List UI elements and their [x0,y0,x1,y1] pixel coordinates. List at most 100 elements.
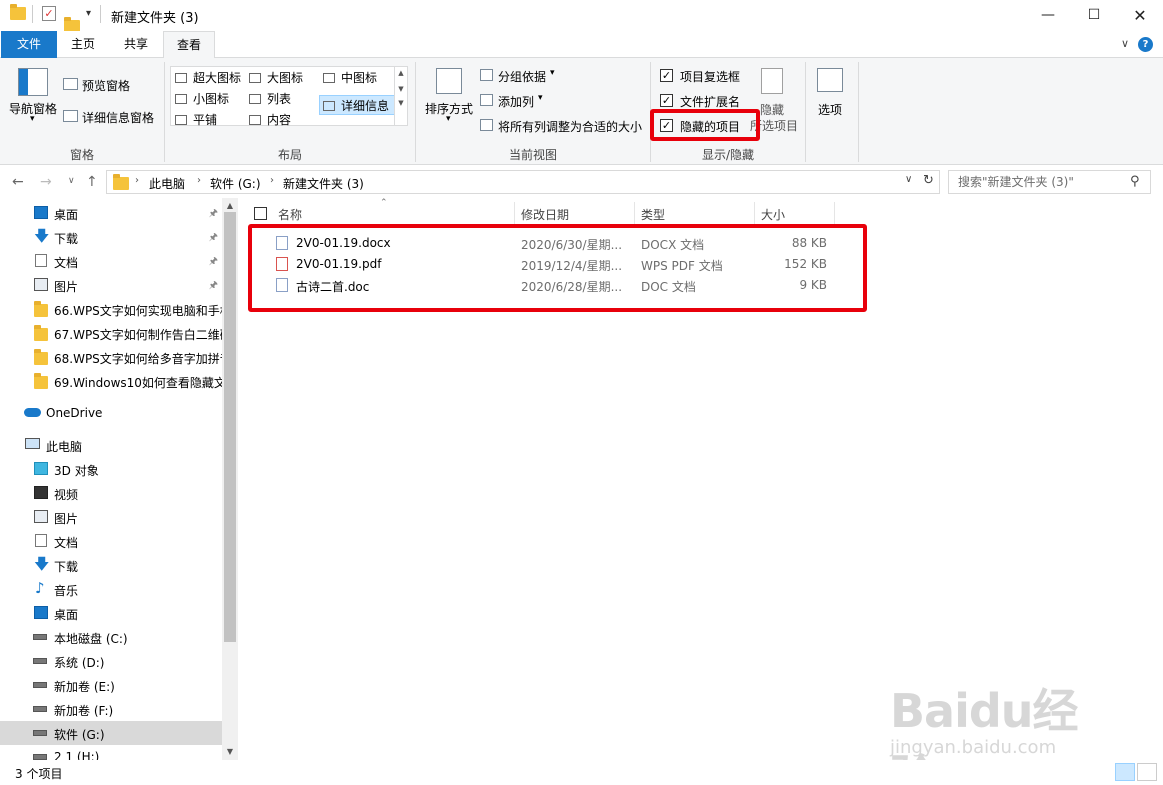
back-arrow-icon[interactable]: ← [12,174,24,190]
chevron-down-icon[interactable]: ∨ [1121,37,1129,50]
maximize-button[interactable]: ☐ [1071,0,1117,31]
sidebar-scrollbar[interactable]: ▲ ▼ [222,198,238,760]
sidebar-item-this-pc[interactable]: 此电脑 [0,433,222,457]
file-extensions-toggle[interactable]: ✓ 文件扩展名 [658,91,748,111]
search-input[interactable] [949,171,1124,193]
sidebar-item-onedrive[interactable]: OneDrive [0,401,222,425]
close-button[interactable]: ✕ [1117,0,1163,31]
column-header-name[interactable]: 名称 [278,206,302,223]
sidebar-item-drive-c[interactable]: 本地磁盘 (C:) [0,625,222,649]
column-divider[interactable] [834,202,835,226]
file-extensions-checkbox[interactable]: ✓ [660,94,673,107]
large-icons-view-icon[interactable] [1137,763,1157,781]
sort-by-button[interactable]: 排序方式 ▾ [422,64,476,128]
sidebar-item-drive-g-selected[interactable]: 软件 (G:) [0,721,222,745]
sidebar-item-downloads[interactable]: 🡇 下载 [0,553,222,577]
preview-pane-button[interactable]: 预览窗格 [62,75,162,95]
chevron-right-icon[interactable]: › [270,175,274,186]
options-button[interactable]: 选项 [810,64,850,128]
layout-details[interactable]: 详细信息 [323,97,389,114]
sidebar-item-recent-folder[interactable]: 69.Windows10如何查看隐藏文件 [0,369,238,393]
sidebar-item-recent-folder[interactable]: 66.WPS文字如何实现电脑和手机 [0,297,232,321]
folder-icon [34,325,48,341]
pin-icon[interactable]: 🖈 [209,278,218,295]
select-all-checkbox[interactable] [254,207,267,220]
layout-label: 列表 [267,92,292,106]
quick-access-dropdown-icon[interactable]: ▾ [86,8,91,19]
size-columns-button[interactable]: 将所有列调整为合适的大小 [478,116,646,136]
search-icon[interactable]: ⚲ [1130,174,1140,189]
item-checkboxes-toggle[interactable]: ✓ 项目复选框 [658,66,748,86]
column-divider[interactable] [754,202,755,226]
divider [805,62,806,162]
nav-pane-button[interactable]: 导航窗格 ▾ [6,64,60,128]
sidebar-item-3d-objects[interactable]: 3D 对象 [0,457,222,481]
xl-icons-icon [175,73,187,83]
sidebar-item-drive-f[interactable]: 新加卷 (F:) [0,697,222,721]
details-pane-button[interactable]: 详细信息窗格 [62,107,162,127]
sidebar-item-documents[interactable]: 文档 🖈 [0,249,222,273]
layout-medium-icons[interactable]: 中图标 [323,69,377,86]
layout-scrollbar[interactable]: ▲ ▼ ▼ [394,67,407,125]
layout-xl-icons[interactable]: 超大图标 [175,69,241,86]
minimize-button[interactable]: — [1025,0,1071,31]
sidebar-item-desktop[interactable]: 桌面 🖈 [0,201,222,225]
column-divider[interactable] [514,202,515,226]
chevron-right-icon[interactable]: › [197,175,201,186]
refresh-icon[interactable]: ↻ [923,173,934,188]
sidebar-item-pictures[interactable]: 图片 🖈 [0,273,222,297]
sidebar-item-pictures[interactable]: 图片 [0,505,222,529]
scrollbar-thumb[interactable] [224,212,236,642]
add-columns-button[interactable]: 添加列 ▾ [478,91,558,111]
layout-label: 超大图标 [193,71,242,85]
sidebar-item-downloads[interactable]: 🡇 下载 🖈 [0,225,222,249]
chevron-down-icon[interactable]: ▼ [395,85,407,93]
chevron-up-icon[interactable]: ▲ [222,201,238,210]
tab-share[interactable]: 共享 [113,31,159,58]
layout-large-icons[interactable]: 大图标 [249,69,303,86]
pin-icon[interactable]: 🖈 [209,206,218,223]
details-view-icon[interactable] [1115,763,1135,781]
tab-view[interactable]: 查看 [163,31,215,59]
layout-label: 中图标 [341,71,378,85]
sidebar-item-recent-folder[interactable]: 67.WPS文字如何制作告白二维码 [0,321,232,345]
sidebar-item-drive-d[interactable]: 系统 (D:) [0,649,222,673]
address-bar[interactable]: › 此电脑 › 软件 (G:) › 新建文件夹 (3) ∨ ↻ [106,170,940,194]
forward-arrow-icon[interactable]: → [40,174,52,190]
item-checkboxes-checkbox[interactable]: ✓ [660,69,673,82]
layout-tiles[interactable]: 平铺 [175,111,217,128]
sidebar-item-desktop[interactable]: 桌面 [0,601,222,625]
breadcrumb-drive[interactable]: 软件 (G:) [210,175,261,192]
details-pane-icon [63,110,78,122]
column-divider[interactable] [634,202,635,226]
help-icon[interactable]: ? [1138,37,1153,52]
sidebar-item-drive-h[interactable]: 2 1 (H:) [0,745,222,760]
chevron-right-icon[interactable]: › [135,175,139,186]
sidebar-item-drive-e[interactable]: 新加卷 (E:) [0,673,222,697]
breadcrumb-this-pc[interactable]: 此电脑 [149,175,185,192]
breadcrumb-folder[interactable]: 新建文件夹 (3) [283,175,364,192]
recent-locations-icon[interactable]: ∨ [68,176,75,186]
sidebar-item-music[interactable]: ♪ 音乐 [0,577,222,601]
chevron-down-icon[interactable]: ∨ [905,174,912,185]
search-box[interactable]: ⚲ [948,170,1151,194]
tab-file[interactable]: 文件 [1,31,57,58]
group-by-button[interactable]: 分组依据 ▾ [478,66,568,86]
pin-icon[interactable]: 🖈 [209,254,218,271]
properties-icon[interactable]: ✓ [42,6,56,21]
column-header-type[interactable]: 类型 [641,206,665,223]
sidebar-item-documents[interactable]: 文档 [0,529,222,553]
layout-small-icons[interactable]: 小图标 [175,90,229,107]
chevron-down-icon[interactable]: ▼ [222,747,238,756]
column-header-date[interactable]: 修改日期 [521,206,569,223]
column-header-size[interactable]: 大小 [761,206,785,223]
pin-icon[interactable]: 🖈 [209,230,218,247]
layout-list[interactable]: 列表 [249,90,291,107]
sidebar-item-videos[interactable]: 视频 [0,481,222,505]
up-arrow-icon[interactable]: ↑ [86,174,98,190]
layout-content[interactable]: 内容 [249,111,291,128]
tab-home[interactable]: 主页 [60,31,106,58]
chevron-up-icon[interactable]: ▲ [395,69,407,77]
sidebar-item-recent-folder[interactable]: 68.WPS文字如何给多音字加拼音 [0,345,232,369]
expand-icon[interactable]: ▼ [395,99,407,107]
